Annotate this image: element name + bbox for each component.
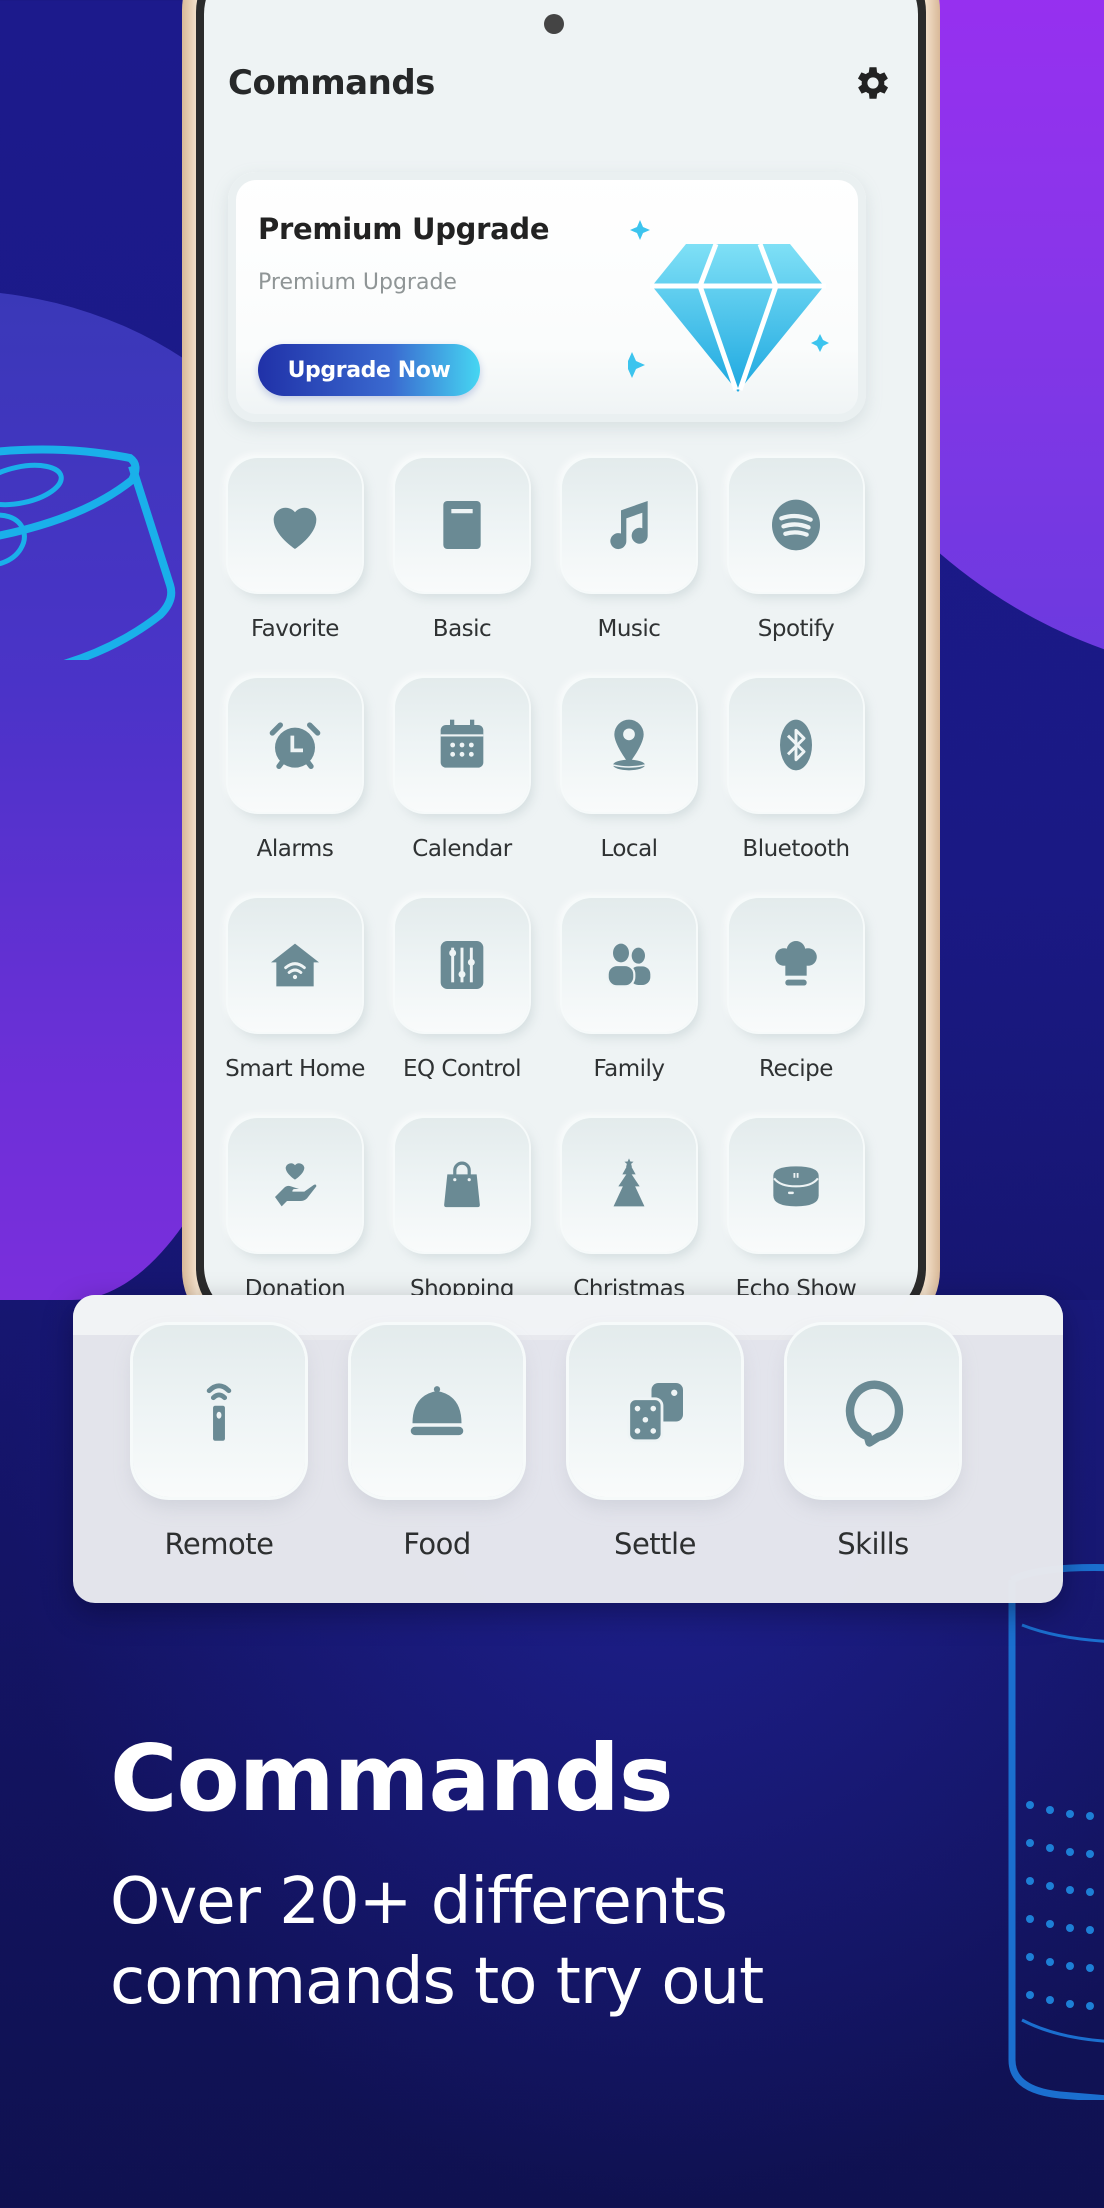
- christmas-tree-icon: [613, 1158, 645, 1207]
- tile-label: Family: [593, 1056, 665, 1082]
- featured-commands-grid: Remote Food Settle Skills: [133, 1325, 959, 1561]
- tile-button[interactable]: [729, 678, 863, 812]
- app-header: Commands: [228, 58, 894, 108]
- calendar-icon: [440, 719, 484, 768]
- tile-label: Music: [597, 616, 661, 642]
- command-tile-music[interactable]: Music: [562, 458, 696, 678]
- page-title: Commands: [228, 63, 435, 103]
- tile-label: Smart Home: [225, 1056, 365, 1082]
- tile-button[interactable]: [133, 1325, 305, 1497]
- promo-subline: Over 20+ differents commands to try out: [110, 1865, 764, 2019]
- tile-button[interactable]: [351, 1325, 523, 1497]
- featured-tile-skills[interactable]: Skills: [787, 1325, 959, 1561]
- promo-headline: Commands: [110, 1725, 674, 1832]
- book-icon: [443, 501, 481, 549]
- tile-button[interactable]: [562, 1118, 696, 1252]
- command-tile-alarms[interactable]: Alarms: [228, 678, 362, 898]
- tile-button[interactable]: [562, 678, 696, 812]
- heart-icon: [273, 507, 317, 549]
- command-tile-shopping[interactable]: Shopping: [395, 1118, 529, 1320]
- command-tile-eq-control[interactable]: EQ Control: [395, 898, 529, 1118]
- command-tile-calendar[interactable]: Calendar: [395, 678, 529, 898]
- command-tile-local[interactable]: Local: [562, 678, 696, 898]
- command-tile-donation[interactable]: Donation: [228, 1118, 362, 1320]
- command-tile-recipe[interactable]: Recipe: [729, 898, 863, 1118]
- featured-tile-remote[interactable]: Remote: [133, 1325, 305, 1561]
- spotify-icon: [772, 499, 820, 551]
- tile-label: Bluetooth: [742, 836, 850, 862]
- donation-hand-icon: [275, 1163, 317, 1207]
- tile-button[interactable]: [569, 1325, 741, 1497]
- tile-label: Alarms: [256, 836, 334, 862]
- tile-button[interactable]: [228, 898, 362, 1032]
- command-tile-basic[interactable]: Basic: [395, 458, 529, 678]
- front-camera: [544, 14, 564, 34]
- equalizer-icon: [440, 941, 484, 989]
- phone-bezel: Commands Premium Upgrade Premium Upgrade…: [196, 0, 926, 1328]
- tile-button[interactable]: [395, 458, 529, 592]
- shopping-bag-icon: [444, 1161, 480, 1208]
- dice-icon: [627, 1383, 683, 1443]
- phone-mockup: Commands Premium Upgrade Premium Upgrade…: [182, 0, 940, 1340]
- app-screen: Commands Premium Upgrade Premium Upgrade…: [204, 0, 918, 1320]
- command-tile-echo-show[interactable]: Echo Show: [729, 1118, 863, 1320]
- tile-label: Food: [403, 1527, 471, 1561]
- echo-device-icon: [773, 1166, 819, 1207]
- family-icon: [606, 943, 651, 988]
- premium-title: Premium Upgrade: [258, 212, 550, 246]
- featured-tile-settle[interactable]: Settle: [569, 1325, 741, 1561]
- command-tile-christmas[interactable]: Christmas: [562, 1118, 696, 1320]
- alexa-ring-icon: [845, 1380, 904, 1447]
- tile-label: Skills: [837, 1527, 909, 1561]
- location-pin-icon: [612, 719, 646, 771]
- tile-label: Recipe: [759, 1056, 833, 1082]
- echo-speaker-outline-decoration: [1008, 1564, 1104, 2100]
- tile-button[interactable]: [562, 458, 696, 592]
- premium-upgrade-card[interactable]: Premium Upgrade Premium Upgrade Upgrade …: [228, 172, 866, 422]
- smart-home-icon: [271, 943, 319, 987]
- tile-button[interactable]: [729, 458, 863, 592]
- tile-button[interactable]: [395, 898, 529, 1032]
- gear-icon[interactable]: [852, 62, 894, 104]
- tile-button[interactable]: [729, 1118, 863, 1252]
- alarm-clock-icon: [269, 722, 321, 769]
- featured-commands-panel: Remote Food Settle Skills: [73, 1295, 1063, 1603]
- echo-dot-outline-decoration: [0, 445, 176, 660]
- tile-label: EQ Control: [402, 1056, 522, 1082]
- diamond-icon: [628, 220, 829, 392]
- tile-button[interactable]: [228, 1118, 362, 1252]
- tile-label: Basic: [432, 616, 492, 642]
- tile-label: Remote: [164, 1527, 274, 1561]
- chef-hat-icon: [775, 941, 817, 986]
- tile-label: Local: [600, 836, 658, 862]
- tile-label: Favorite: [251, 616, 339, 642]
- premium-subtitle: Premium Upgrade: [258, 270, 457, 295]
- command-tile-bluetooth[interactable]: Bluetooth: [729, 678, 863, 898]
- food-cloche-icon: [410, 1386, 464, 1436]
- tile-button[interactable]: [395, 678, 529, 812]
- featured-tile-food[interactable]: Food: [351, 1325, 523, 1561]
- tile-button[interactable]: [228, 458, 362, 592]
- tile-button[interactable]: [787, 1325, 959, 1497]
- remote-icon: [206, 1383, 232, 1441]
- tile-button[interactable]: [562, 898, 696, 1032]
- upgrade-now-button[interactable]: Upgrade Now: [258, 344, 480, 396]
- bluetooth-icon: [780, 719, 812, 771]
- tile-button[interactable]: [228, 678, 362, 812]
- command-tile-favorite[interactable]: Favorite: [228, 458, 362, 678]
- commands-grid: Favorite Basic Music Spotify Alarms Cale…: [225, 458, 868, 1320]
- tile-label: Spotify: [757, 616, 835, 642]
- tile-button[interactable]: [729, 898, 863, 1032]
- tile-label: Settle: [614, 1527, 696, 1561]
- command-tile-family[interactable]: Family: [562, 898, 696, 1118]
- command-tile-spotify[interactable]: Spotify: [729, 458, 863, 678]
- command-tile-smart-home[interactable]: Smart Home: [225, 898, 365, 1118]
- music-note-icon: [610, 501, 648, 550]
- tile-label: Calendar: [412, 836, 512, 862]
- tile-button[interactable]: [395, 1118, 529, 1252]
